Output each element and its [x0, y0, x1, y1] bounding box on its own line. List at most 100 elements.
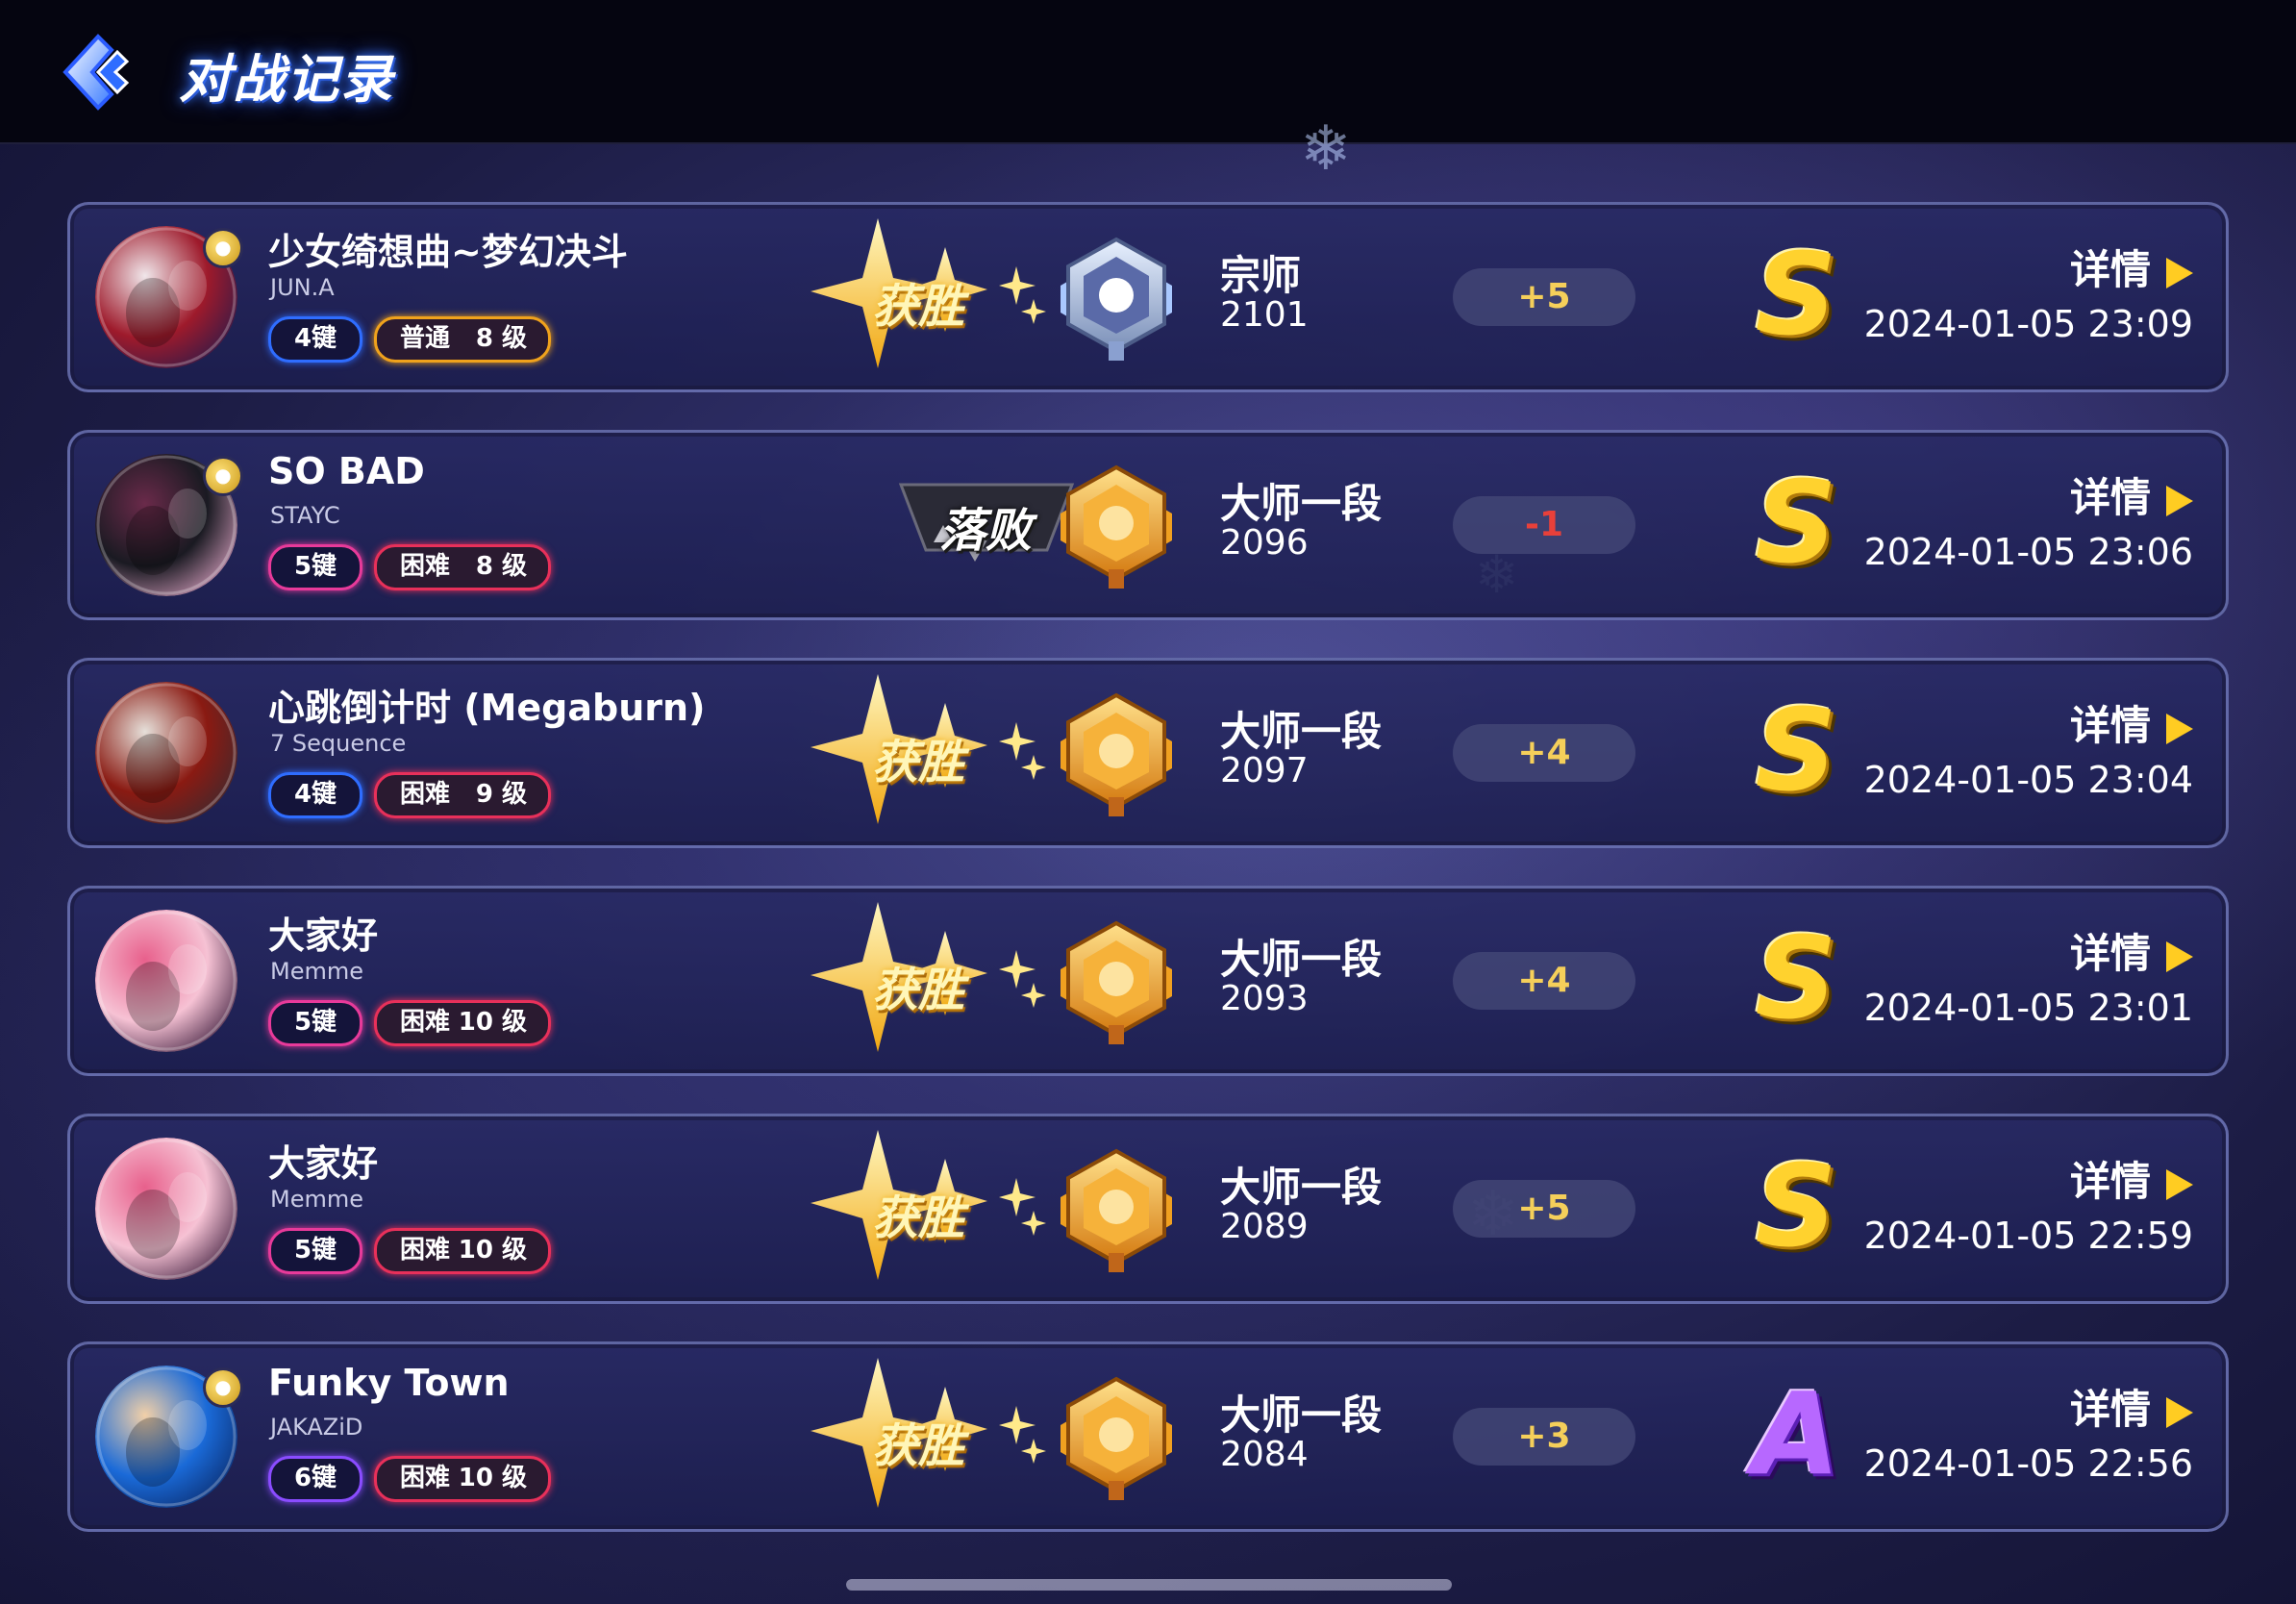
battle-record-card[interactable]: 大家好 Memme 5键 困难 10 级 获胜: [67, 886, 2229, 1076]
medal-icon: ●: [203, 456, 243, 496]
song-artist: JUN.A: [270, 274, 335, 301]
rank-name: 大师一段: [1220, 936, 1383, 983]
play-arrow-icon: [2166, 1168, 2193, 1200]
details-label: 详情: [2069, 246, 2151, 293]
match-timestamp: 2024-01-05 22:59: [1863, 1215, 2193, 1257]
result-label: 落败: [939, 504, 1033, 558]
battle-record-card[interactable]: 大家好 Memme 5键 困难 10 级 获胜: [67, 1114, 2229, 1304]
key-mode-label: 5键: [293, 552, 337, 581]
difficulty-level: 8 级: [475, 324, 527, 353]
difficulty-level: 9 级: [475, 780, 527, 809]
master-rank-badge-icon: [1051, 689, 1182, 820]
key-mode-tag: 5键: [268, 1228, 362, 1274]
difficulty-label: 困难: [400, 780, 451, 809]
difficulty-level: 10 级: [458, 1464, 527, 1492]
home-indicator: [846, 1579, 1452, 1591]
key-mode-tag: 5键: [268, 1000, 362, 1046]
master-rank-badge-icon: [1051, 1145, 1182, 1276]
grandmaster-rank-badge-icon: [1051, 234, 1182, 364]
result-label: 获胜: [872, 736, 965, 789]
details-button[interactable]: 详情: [2070, 1377, 2193, 1436]
match-timestamp: 2024-01-05 23:04: [1863, 759, 2193, 801]
master-rank-badge-icon: [1051, 1373, 1182, 1504]
back-arrow-icon: [62, 34, 130, 111]
back-button[interactable]: [56, 31, 135, 113]
grade-letter: S: [1755, 1140, 1837, 1272]
rank-name: 宗师: [1220, 252, 1302, 299]
grade-letter: S: [1755, 684, 1837, 816]
result-label: 获胜: [872, 1419, 965, 1473]
details-button[interactable]: 详情: [2070, 465, 2193, 524]
medal-icon: ●: [203, 228, 243, 268]
top-bar: 对战记录: [0, 0, 2296, 144]
result-label: 获胜: [872, 1191, 965, 1245]
grade-letter: A: [1752, 1367, 1840, 1500]
details-button[interactable]: 详情: [2070, 1149, 2193, 1208]
details-label: 详情: [2069, 930, 2151, 977]
page-title: 对战记录: [179, 49, 394, 110]
rank-name: 大师一段: [1220, 1391, 1383, 1439]
battle-record-card[interactable]: 心跳倒计时 (Megaburn) 7 Sequence 4键 困难 9 级 获胜…: [67, 658, 2229, 848]
song-artist: 7 Sequence: [270, 730, 407, 757]
song-cover-art: [95, 910, 237, 1052]
score-change: +4: [1453, 952, 1635, 1010]
result-label: 获胜: [872, 280, 965, 334]
score-change: +3: [1453, 1408, 1635, 1466]
difficulty-tag: 困难 8 级: [374, 544, 551, 590]
difficulty-label: 困难: [400, 1008, 451, 1037]
song-title: 大家好: [268, 915, 379, 957]
rank-score: 2096: [1220, 523, 1309, 563]
song-artist: Memme: [270, 1186, 363, 1213]
key-mode-label: 4键: [293, 780, 337, 809]
key-mode-tag: 6键: [268, 1456, 362, 1502]
score-change: +5: [1453, 268, 1635, 326]
details-button[interactable]: 详情: [2070, 238, 2193, 296]
difficulty-tag: 困难 10 级: [374, 1228, 551, 1274]
grade-letter: S: [1755, 228, 1837, 361]
difficulty-label: 困难: [400, 552, 451, 581]
difficulty-tag: 普通 8 级: [374, 316, 551, 363]
difficulty-tag: 困难 10 级: [374, 1000, 551, 1046]
details-button[interactable]: 详情: [2070, 693, 2193, 752]
rank-name: 大师一段: [1220, 708, 1383, 755]
match-timestamp: 2024-01-05 23:01: [1863, 987, 2193, 1029]
key-mode-label: 4键: [293, 324, 337, 353]
song-title: 心跳倒计时 (Megaburn): [268, 687, 706, 729]
difficulty-label: 普通: [400, 324, 451, 353]
rank-score: 2101: [1220, 295, 1309, 335]
score-change: +5: [1453, 1180, 1635, 1238]
key-mode-label: 5键: [293, 1236, 337, 1265]
score-change: -1: [1453, 496, 1635, 554]
battle-record-card[interactable]: ● 少女绮想曲~梦幻决斗 JUN.A 4键 普通 8 级 获胜 宗师 2101 …: [67, 202, 2229, 392]
play-arrow-icon: [2166, 485, 2193, 516]
difficulty-tag: 困难 10 级: [374, 1456, 551, 1502]
difficulty-label: 困难: [400, 1236, 451, 1265]
play-arrow-icon: [2166, 257, 2193, 288]
rank-name: 大师一段: [1220, 1164, 1383, 1211]
grade-letter: S: [1755, 912, 1837, 1044]
match-timestamp: 2024-01-05 23:06: [1863, 531, 2193, 573]
details-label: 详情: [2069, 1158, 2151, 1205]
difficulty-level: 10 级: [458, 1008, 527, 1037]
master-rank-badge-icon: [1051, 462, 1182, 592]
difficulty-level: 10 级: [458, 1236, 527, 1265]
song-artist: Memme: [270, 958, 363, 985]
result-label: 获胜: [872, 964, 965, 1017]
details-button[interactable]: 详情: [2070, 921, 2193, 980]
song-artist: STAYC: [270, 502, 340, 529]
song-title: SO BAD: [268, 450, 425, 492]
battle-record-card[interactable]: ● Funky Town JAKAZiD 6键 困难 10 级 获胜 大师一段 …: [67, 1341, 2229, 1532]
key-mode-tag: 4键: [268, 316, 362, 363]
match-timestamp: 2024-01-05 22:56: [1863, 1442, 2193, 1485]
medal-icon: ●: [203, 1367, 243, 1408]
song-artist: JAKAZiD: [270, 1414, 363, 1441]
battle-record-card[interactable]: ● SO BAD STAYC 5键 困难 8 级 落败 大师一段 2096 -1…: [67, 430, 2229, 620]
song-cover-art: [95, 1138, 237, 1280]
difficulty-label: 困难: [400, 1464, 451, 1492]
play-arrow-icon: [2166, 713, 2193, 744]
key-mode-label: 5键: [293, 1008, 337, 1037]
song-title: Funky Town: [268, 1362, 510, 1404]
difficulty-tag: 困难 9 级: [374, 772, 551, 818]
match-timestamp: 2024-01-05 23:09: [1863, 303, 2193, 345]
score-change: +4: [1453, 724, 1635, 782]
